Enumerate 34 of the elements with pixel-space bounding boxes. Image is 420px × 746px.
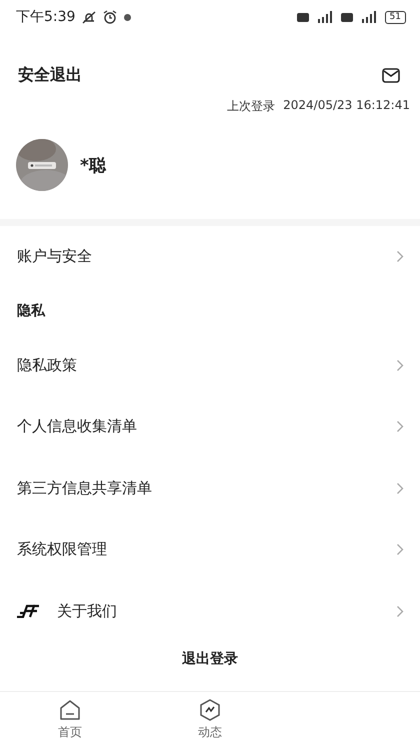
last-login-time: 2024/05/23 16:12:41	[283, 98, 410, 114]
menu-item[interactable]: 关于我们	[0, 580, 420, 642]
home-icon	[58, 698, 82, 722]
menu-label: 系统权限管理	[17, 540, 108, 560]
chevron-icon	[396, 420, 404, 434]
menu-label: 第三方信息共享清单	[17, 478, 153, 498]
menu-label: 关于我们	[57, 602, 118, 621]
page-title: 安全退出	[18, 64, 82, 86]
battery-icon: 51	[384, 10, 406, 24]
chevron-icon	[396, 250, 404, 264]
chevron-icon	[396, 482, 404, 495]
mail-button[interactable]	[380, 66, 402, 84]
menu-item[interactable]: 账户与安全	[0, 226, 420, 288]
alarm-icon	[103, 10, 118, 24]
tab[interactable]: 动态	[140, 692, 280, 746]
logout-button[interactable]: 退出登录	[174, 646, 246, 672]
menu-item[interactable]: 第三方信息共享清单	[0, 458, 420, 519]
menu-item[interactable]: 隐私政策	[0, 334, 420, 396]
menu-item[interactable]: 系统权限管理	[0, 519, 420, 580]
chevron-icon	[396, 543, 404, 556]
menu-label: 账户与安全	[17, 247, 93, 266]
chevron-icon	[396, 358, 404, 372]
menu-label: 隐私政策	[17, 356, 78, 375]
menu-item[interactable]: 个人信息收集清单	[0, 396, 420, 458]
chevron-icon	[396, 604, 404, 618]
menu-label: 个人信息收集清单	[17, 417, 138, 436]
status-time: 下午5:39	[16, 8, 76, 26]
user-name: *聪	[80, 154, 106, 176]
section-heading: 隐私	[17, 302, 45, 320]
logo-icon	[17, 604, 39, 618]
last-login-label: 上次登录	[227, 98, 276, 115]
mute-icon	[81, 10, 98, 24]
tab[interactable]: 首页	[0, 692, 140, 746]
activity-icon	[198, 698, 222, 722]
